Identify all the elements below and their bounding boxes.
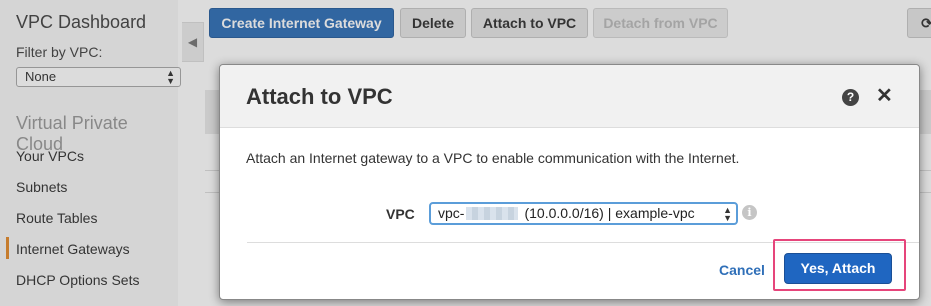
dialog-title: Attach to VPC	[246, 84, 393, 109]
redacted-vpc-id	[466, 207, 519, 220]
info-icon[interactable]: i	[742, 205, 757, 220]
cancel-button[interactable]: Cancel	[719, 262, 765, 278]
dialog-description: Attach an Internet gateway to a VPC to e…	[246, 150, 740, 166]
yes-attach-button[interactable]: Yes, Attach	[784, 253, 892, 284]
vpc-select[interactable]: vpc- (10.0.0.0/16) | example-vpc ▲ ▼	[429, 202, 738, 225]
vpc-select-suffix: (10.0.0.0/16) | example-vpc	[524, 205, 695, 221]
dialog-header: Attach to VPC ? ✕	[220, 65, 919, 128]
vpc-select-prefix: vpc-	[438, 205, 465, 221]
select-arrows-icon: ▲ ▼	[723, 205, 732, 223]
help-icon[interactable]: ?	[842, 89, 859, 106]
vpc-field-label: VPC	[386, 206, 415, 222]
close-icon[interactable]: ✕	[876, 84, 893, 108]
attach-to-vpc-dialog: Attach to VPC ? ✕ Attach an Internet gat…	[219, 64, 920, 300]
